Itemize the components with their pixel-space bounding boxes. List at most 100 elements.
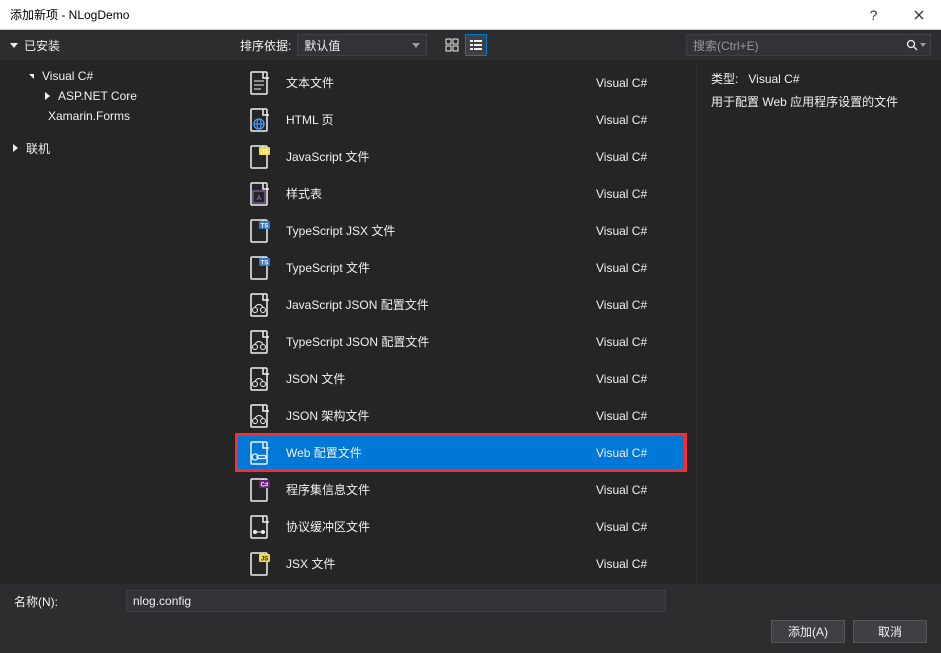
template-language: Visual C#: [596, 520, 676, 534]
template-row[interactable]: A 样式表 Visual C#: [236, 175, 686, 212]
toolbar-mid: 排序依据: 默认值: [240, 34, 686, 56]
sort-dropdown[interactable]: 默认值: [297, 34, 427, 56]
template-row[interactable]: JSON 架构文件Visual C#: [236, 397, 686, 434]
file-icon: A: [246, 181, 272, 207]
file-icon: TS: [246, 218, 272, 244]
search-icon: [906, 39, 918, 51]
help-button[interactable]: ?: [851, 0, 896, 29]
svg-text:JS: JS: [261, 556, 268, 562]
category-tree: Visual C# ASP.NET Core Xamarin.Forms 联机: [0, 60, 230, 584]
file-icon: [246, 329, 272, 355]
template-label: JSON 架构文件: [286, 407, 582, 424]
close-icon: [914, 10, 924, 20]
template-label: JSON 文件: [286, 370, 582, 387]
name-label: 名称(N):: [14, 593, 114, 610]
template-row[interactable]: 文本文件Visual C#: [236, 64, 686, 101]
template-label: TypeScript JSON 配置文件: [286, 333, 582, 350]
template-label: Web 配置文件: [286, 444, 582, 461]
tree-item-category[interactable]: Xamarin.Forms: [0, 106, 230, 126]
template-language: Visual C#: [596, 113, 676, 127]
svg-text:C#: C#: [261, 482, 269, 488]
file-icon: [246, 70, 272, 96]
template-language: Visual C#: [596, 224, 676, 238]
window-titlebar: 添加新项 - NLogDemo ?: [0, 0, 941, 30]
template-row[interactable]: TS TypeScript JSX 文件 Visual C#: [236, 212, 686, 249]
file-icon: [246, 514, 272, 540]
search-input[interactable]: 搜索(Ctrl+E): [686, 34, 931, 56]
svg-text:TS: TS: [261, 223, 269, 229]
template-row[interactable]: TS TypeScript 文件 Visual C#: [236, 249, 686, 286]
template-row[interactable]: JSON 文件Visual C#: [236, 360, 686, 397]
chevron-down-icon: [920, 43, 926, 47]
window-title: 添加新项 - NLogDemo: [10, 6, 851, 23]
svg-text:A: A: [257, 195, 262, 202]
tree-item-label: 联机: [26, 140, 50, 157]
view-list-button[interactable]: [465, 34, 487, 56]
template-row[interactable]: Web 配置文件Visual C#: [236, 434, 686, 471]
installed-tab[interactable]: 已安装: [24, 37, 60, 54]
template-language: Visual C#: [596, 150, 676, 164]
info-type-label: 类型:: [711, 72, 738, 86]
template-row[interactable]: 协议缓冲区文件 Visual C#: [236, 508, 686, 545]
close-button[interactable]: [896, 0, 941, 29]
template-language: Visual C#: [596, 483, 676, 497]
template-label: 文本文件: [286, 74, 582, 91]
chevron-down-icon: [10, 43, 18, 48]
cancel-button-label: 取消: [878, 623, 902, 640]
chevron-right-icon: [10, 144, 20, 152]
template-row[interactable]: JavaScript JSON 配置文件Visual C#: [236, 286, 686, 323]
file-icon: [246, 440, 272, 466]
toolbar-right: 搜索(Ctrl+E): [686, 34, 931, 56]
template-language: Visual C#: [596, 298, 676, 312]
sort-label: 排序依据:: [240, 37, 291, 54]
template-label: 程序集信息文件: [286, 481, 582, 498]
template-label: TypeScript JSX 文件: [286, 222, 582, 239]
file-icon: C#: [246, 477, 272, 503]
template-language: Visual C#: [596, 261, 676, 275]
dialog-body: Visual C# ASP.NET Core Xamarin.Forms 联机 文本…: [0, 60, 941, 584]
template-row[interactable]: JSJSX 文件Visual C#: [236, 545, 686, 582]
tree-item-label: ASP.NET Core: [58, 89, 137, 103]
template-label: TypeScript 文件: [286, 259, 582, 276]
search-placeholder: 搜索(Ctrl+E): [693, 37, 900, 54]
file-icon: JS: [246, 551, 272, 577]
info-panel: 类型: Visual C# 用于配置 Web 应用程序设置的文件: [696, 60, 941, 584]
template-label: 样式表: [286, 185, 582, 202]
file-icon: TS: [246, 255, 272, 281]
template-list: 文本文件Visual C#HTML 页Visual C#JSJavaScript…: [230, 60, 696, 584]
view-toggle: [441, 34, 487, 56]
name-input[interactable]: [126, 590, 666, 612]
template-label: HTML 页: [286, 111, 582, 128]
template-language: Visual C#: [596, 335, 676, 349]
template-language: Visual C#: [596, 187, 676, 201]
template-label: JavaScript 文件: [286, 148, 582, 165]
chevron-right-icon: [42, 92, 52, 100]
cancel-button[interactable]: 取消: [853, 620, 927, 643]
template-label: 协议缓冲区文件: [286, 518, 582, 535]
tree-item-online[interactable]: 联机: [0, 138, 230, 158]
template-row[interactable]: JS JavaScript 文件 Visual C#: [236, 138, 686, 175]
template-row[interactable]: TypeScript JSON 配置文件 Visual C#: [236, 323, 686, 360]
tree-item-category[interactable]: Visual C#: [0, 66, 230, 86]
tree-item-label: Xamarin.Forms: [48, 109, 130, 123]
view-grid-button[interactable]: [441, 34, 463, 56]
toolbar-left: 已安装: [10, 37, 240, 54]
template-label: JSX 文件: [286, 555, 582, 572]
file-icon: JS: [246, 144, 272, 170]
file-icon: [246, 107, 272, 133]
list-icon: [469, 38, 483, 52]
template-row[interactable]: C# 程序集信息文件 Visual C#: [236, 471, 686, 508]
name-row: 名称(N):: [14, 590, 927, 612]
tree-item-category[interactable]: ASP.NET Core: [0, 86, 230, 106]
file-icon: [246, 366, 272, 392]
info-description: 用于配置 Web 应用程序设置的文件: [711, 93, 927, 110]
template-row[interactable]: HTML 页 Visual C#: [236, 101, 686, 138]
add-button[interactable]: 添加(A): [771, 620, 845, 643]
svg-text:JS: JS: [261, 149, 268, 155]
info-type: 类型: Visual C#: [711, 70, 927, 87]
tree-item-label: Visual C#: [42, 69, 93, 83]
toolbar: 已安装 排序依据: 默认值 搜索(Ctrl: [0, 30, 941, 60]
window-controls: ?: [851, 0, 941, 29]
dialog-footer: 名称(N): 添加(A) 取消: [0, 584, 941, 653]
file-icon: [246, 292, 272, 318]
